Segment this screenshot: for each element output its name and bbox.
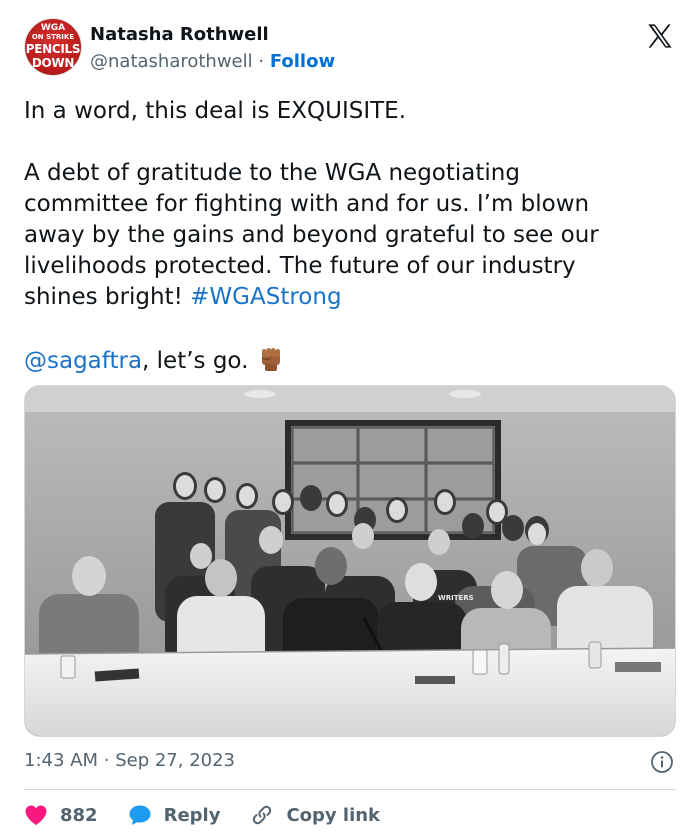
author-handle-row: @natasharothwell · Follow [90, 51, 335, 72]
tweet-header: WGA ON STRIKE PENCILS DOWN Natasha Rothw… [24, 18, 676, 80]
avatar-text-down: DOWN [31, 56, 75, 70]
copy-link-label: Copy link [286, 804, 381, 826]
group-photo-illustration: WRITERS [25, 386, 675, 736]
raised-fist-emoji-icon [261, 348, 280, 371]
tweet-tail: , let’s go. [142, 348, 256, 374]
tweet-photo[interactable]: WRITERS [24, 385, 676, 737]
follow-button[interactable]: Follow [270, 51, 335, 72]
link-icon [253, 805, 272, 825]
heart-icon [25, 805, 47, 825]
info-icon[interactable] [650, 750, 674, 774]
x-logo-icon[interactable] [646, 22, 674, 50]
mention-link[interactable]: @sagaftra [24, 348, 142, 374]
copy-link-button[interactable]: Copy link [250, 803, 380, 827]
author-handle[interactable]: @natasharothwell [90, 51, 253, 72]
timestamp-separator: · [103, 750, 110, 771]
author-avatar[interactable]: WGA ON STRIKE PENCILS DOWN [24, 18, 82, 76]
tweet-timestamp[interactable]: 1:43 AM · Sep 27, 2023 [24, 750, 235, 771]
reply-button[interactable]: Reply [128, 804, 221, 826]
avatar-text-wga: WGA [40, 23, 66, 33]
actions-divider [24, 789, 676, 790]
tweet-text: In a word, this deal is EXQUISITE. A deb… [24, 96, 676, 377]
reply-bubble-icon [129, 805, 151, 825]
avatar-text-on-strike: ON STRIKE [31, 33, 75, 41]
author-name[interactable]: Natasha Rothwell [90, 24, 269, 45]
handle-separator: · [258, 51, 265, 72]
hashtag-link[interactable]: #WGAStrong [190, 284, 341, 310]
avatar-text-pencils: PENCILS [25, 42, 81, 56]
tweet-actions: 882 Reply Copy link [24, 800, 410, 830]
tweet-line-1: In a word, this deal is EXQUISITE. [24, 98, 407, 124]
reply-label: Reply [163, 804, 221, 826]
writers-shirt-text: WRITERS [438, 594, 474, 602]
like-button[interactable]: 882 [24, 804, 98, 826]
tweet-date: Sep 27, 2023 [115, 750, 236, 771]
tweet-time: 1:43 AM [24, 750, 98, 771]
like-count: 882 [60, 804, 98, 826]
